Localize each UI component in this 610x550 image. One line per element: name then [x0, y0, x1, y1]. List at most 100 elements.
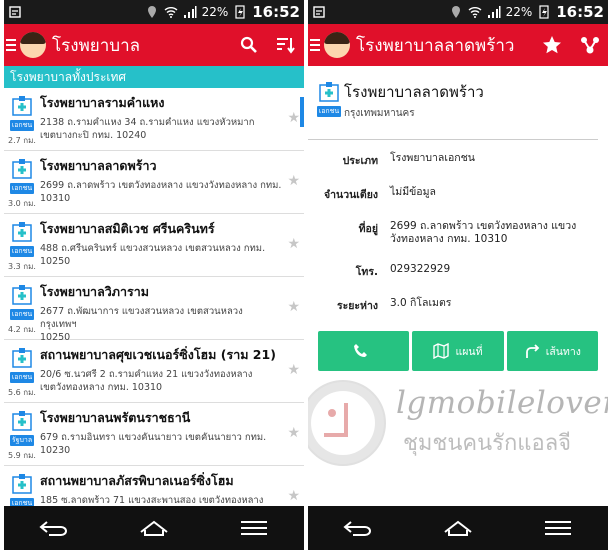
page-title: โรงพยาบาล: [52, 35, 141, 56]
battery-percent: 22%: [505, 5, 533, 19]
avatar[interactable]: [20, 32, 46, 58]
hospital-list-item[interactable]: รัฐบาล 5.9 กม. โรงพยาบาลนพรัตนราชธานี 679 ถ…: [4, 403, 304, 466]
hospital-address-line2: 10310: [40, 193, 71, 204]
location-icon: [147, 6, 156, 18]
nav-bar: [308, 506, 608, 550]
hospital-list-item[interactable]: เอกชน 5.6 กม. สถานพยาบาลศุขเวชเนอร์ซิ่งโฮม…: [4, 340, 304, 403]
hospital-address: 679 ถ.รามอินทรา แขวงคันนายาว เขตคันนายาว…: [40, 432, 267, 456]
type-badge: รัฐบาล: [9, 435, 35, 446]
signal-icon: [487, 6, 501, 18]
detail-label: ระยะห่าง: [336, 300, 378, 312]
detail-label: ประเภท: [342, 155, 378, 167]
menu-icon[interactable]: [6, 39, 16, 51]
back-button[interactable]: [338, 513, 378, 543]
detail-row: โทร. 029322929: [308, 263, 608, 280]
favorite-star-icon[interactable]: ★: [287, 488, 300, 504]
type-badge: เอกชน: [9, 372, 35, 383]
hospital-address: 488 ถ.ศรีนครินทร์ แขวงสวนหลวง เขตสวนหลวง…: [40, 243, 266, 267]
favorite-star-icon[interactable]: [542, 35, 562, 55]
hospital-name: โรงพยาบาลลาดพร้าว: [40, 158, 157, 173]
type-badge: เอกชน: [9, 120, 35, 131]
hospital-icon: [12, 411, 32, 431]
home-icon: [140, 520, 168, 536]
hospital-address: 20/6 ซ.นวศรี 2 ถ.รามคำแหง 21 แขวงวังทองห…: [40, 369, 253, 380]
hospital-address: 2677 ถ.พัฒนาการ แขวงสวนหลวง เขตสวนหลวง ก…: [40, 306, 243, 330]
detail-label: จำนวนเตียง: [324, 189, 378, 201]
distance: 2.7 กม.: [8, 136, 36, 145]
hospital-name: สถานพยาบาลศุขเวชเนอร์ซิ่งโฮม (ราม 21): [40, 347, 276, 362]
status-bar: 22% 16:52: [308, 0, 608, 24]
map-button[interactable]: แผนที่: [412, 331, 504, 371]
wifi-icon: [164, 7, 178, 18]
wifi-icon: [468, 7, 482, 18]
detail-row: ที่อยู่ 2699 ถ.ลาดพร้าว เขตวังทองหลาง แขว…: [308, 220, 608, 246]
favorite-star-icon[interactable]: ★: [287, 425, 300, 441]
location-icon: [451, 6, 460, 18]
distance: 3.0 กม.: [8, 199, 36, 208]
detail-row: จำนวนเตียง ไม่มีข้อมูล: [308, 186, 608, 203]
hospital-list-item[interactable]: เอกชน 4.2 กม. โรงพยาบาลวิภาราม 2677 ถ.พัฒนา…: [4, 277, 304, 343]
hospital-list: เอกชน 2.7 กม. โรงพยาบาลรามคำแหง 2138 ถ.รามค…: [4, 88, 304, 529]
battery-charging-icon: [235, 5, 245, 19]
detail-label: ที่อยู่: [358, 223, 378, 235]
hospital-detail-screen: 22% 16:52 โรงพยาบาลลาดพร้าว เอกชน โรงพยา…: [308, 0, 608, 550]
detail-header: เอกชน โรงพยาบาลลาดพร้าว กรุงเทพมหานคร: [308, 66, 598, 140]
hospital-list-item[interactable]: เอกชน 2.7 กม. โรงพยาบาลรามคำแหง 2138 ถ.รามค…: [4, 88, 304, 151]
hospital-list-item[interactable]: เอกชน 3.0 กม. โรงพยาบาลลาดพร้าว 2699 ถ.ลาดพ…: [4, 151, 304, 214]
back-button[interactable]: [34, 513, 74, 543]
favorite-star-icon[interactable]: ★: [287, 299, 300, 315]
share-icon[interactable]: [580, 35, 600, 55]
hamburger-icon: [545, 521, 571, 535]
menu-icon[interactable]: [310, 39, 320, 51]
watermark-tagline: ชุมชนคนรักแอลจี: [403, 431, 572, 456]
menu-button[interactable]: [538, 513, 578, 543]
menu-button[interactable]: [234, 513, 274, 543]
home-button[interactable]: [438, 513, 478, 543]
battery-percent: 22%: [201, 5, 229, 19]
hospital-icon: [319, 82, 339, 102]
detail-row: ประเภท โรงพยาบาลเอกชน: [308, 152, 608, 169]
back-icon: [39, 521, 67, 536]
clock: 16:52: [556, 3, 604, 21]
status-bar: 22% 16:52: [4, 0, 304, 24]
nav-bar: [4, 506, 304, 550]
hospital-address-line2: เขตบางกะปิ กทม. 10240: [40, 130, 147, 141]
app-bar: โรงพยาบาล: [4, 24, 304, 66]
call-button[interactable]: [318, 331, 410, 371]
phone-icon: [353, 344, 367, 357]
sort-icon[interactable]: [276, 36, 296, 54]
watermark-brand: lgmobilelover: [396, 385, 608, 421]
search-icon[interactable]: [240, 36, 258, 54]
scrollbar[interactable]: [300, 97, 304, 127]
app-bar: โรงพยาบาลลาดพร้าว: [308, 24, 608, 66]
distance: 5.9 กม.: [8, 451, 36, 460]
detail-label: โทร.: [355, 266, 378, 278]
favorite-star-icon[interactable]: ★: [287, 362, 300, 378]
hamburger-icon: [241, 521, 267, 535]
route-button[interactable]: เส้นทาง: [506, 331, 598, 371]
distance: 4.2 กม.: [8, 325, 36, 334]
hospital-province: กรุงเทพมหานคร: [344, 108, 415, 119]
favorite-star-icon[interactable]: ★: [287, 110, 300, 126]
favorite-star-icon[interactable]: ★: [287, 236, 300, 252]
distance: 5.6 กม.: [8, 388, 36, 397]
notification-icon: [9, 6, 21, 18]
avatar[interactable]: [324, 32, 350, 58]
route-icon: [525, 344, 540, 358]
hospital-name: โรงพยาบาลสมิติเวช ศรีนครินทร์: [40, 221, 215, 236]
distance: 3.3 กม.: [8, 262, 36, 271]
hospital-icon: [12, 96, 32, 116]
favorite-star-icon[interactable]: ★: [287, 173, 300, 189]
type-badge: เอกชน: [316, 106, 342, 117]
battery-charging-icon: [539, 5, 549, 19]
home-button[interactable]: [134, 513, 174, 543]
type-badge: เอกชน: [9, 309, 35, 320]
detail-value: ไม่มีข้อมูล: [390, 186, 436, 198]
hospital-list-item[interactable]: เอกชน 3.3 กม. โรงพยาบาลสมิติเวช ศรีนครินทร…: [4, 214, 304, 277]
signal-icon: [183, 6, 197, 18]
hospital-icon: [12, 159, 32, 179]
hospital-icon: [12, 474, 32, 494]
hospital-icon: [12, 348, 32, 368]
detail-value: โรงพยาบาลเอกชน: [390, 152, 475, 164]
notification-icon: [313, 6, 325, 18]
